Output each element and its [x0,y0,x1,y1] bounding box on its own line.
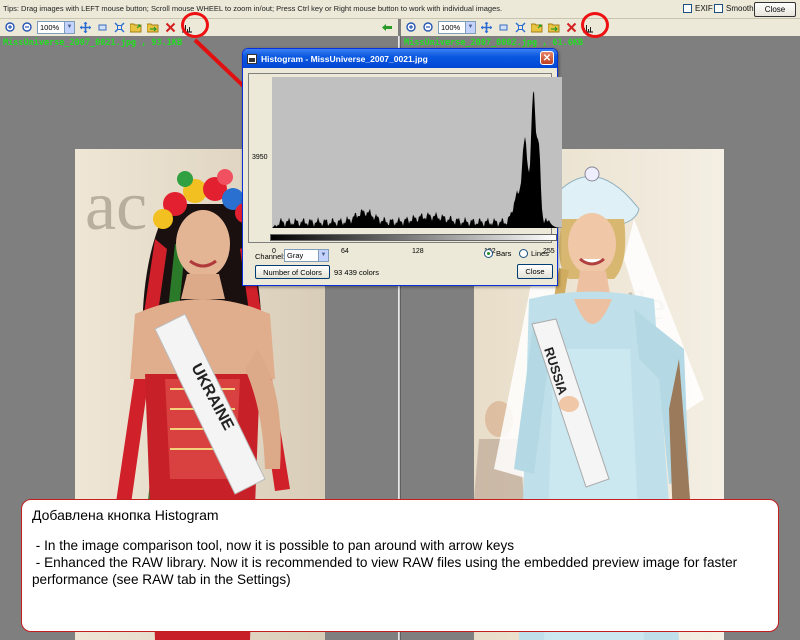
bars-radio[interactable]: Bars [484,249,511,258]
number-of-colors-button[interactable]: Number of Colors [255,265,330,279]
histogram-close-button[interactable]: Close [517,264,553,279]
histogram-titlebar[interactable]: Histogram - MissUniverse_2007_0021.jpg [243,49,557,68]
histogram-bars [272,91,562,228]
channel-value: Gray [287,251,304,260]
lines-radio[interactable]: Lines [519,249,549,258]
release-notes-title: Добавлена кнопка Histogram [32,507,219,523]
histogram-dialog: Histogram - MissUniverse_2007_0021.jpg ✕… [242,48,562,286]
lines-label: Lines [531,249,549,258]
chevron-down-icon[interactable]: ▼ [318,250,328,261]
lines-radio-dot[interactable] [519,249,528,258]
release-note-item: - In the image comparison tool, now it i… [32,538,515,553]
release-notes-box: Добавлена кнопка Histogram - In the imag… [21,499,779,632]
channel-select[interactable]: Gray ▼ [284,249,329,262]
bars-radio-dot[interactable] [484,249,493,258]
bars-label: Bars [496,249,512,258]
close-icon[interactable]: ✕ [540,51,554,65]
histogram-x-tick-64: 64 [341,248,349,255]
histogram-window-icon [247,53,257,64]
histogram-plot [272,77,562,228]
histogram-plot-frame: 3950 0 64 128 192 255 [248,73,562,255]
histogram-y-tick: 3950 [252,154,268,161]
histogram-x-tick-128: 128 [412,248,424,255]
channel-label: Channel: [255,252,286,261]
release-note-item: - Enhanced the RAW library. Now it is re… [32,555,741,587]
histogram-title: Histogram - MissUniverse_2007_0021.jpg [261,53,428,64]
intensity-gradient-bar [270,234,557,241]
number-of-colors-value: 93 439 colors [334,268,380,277]
